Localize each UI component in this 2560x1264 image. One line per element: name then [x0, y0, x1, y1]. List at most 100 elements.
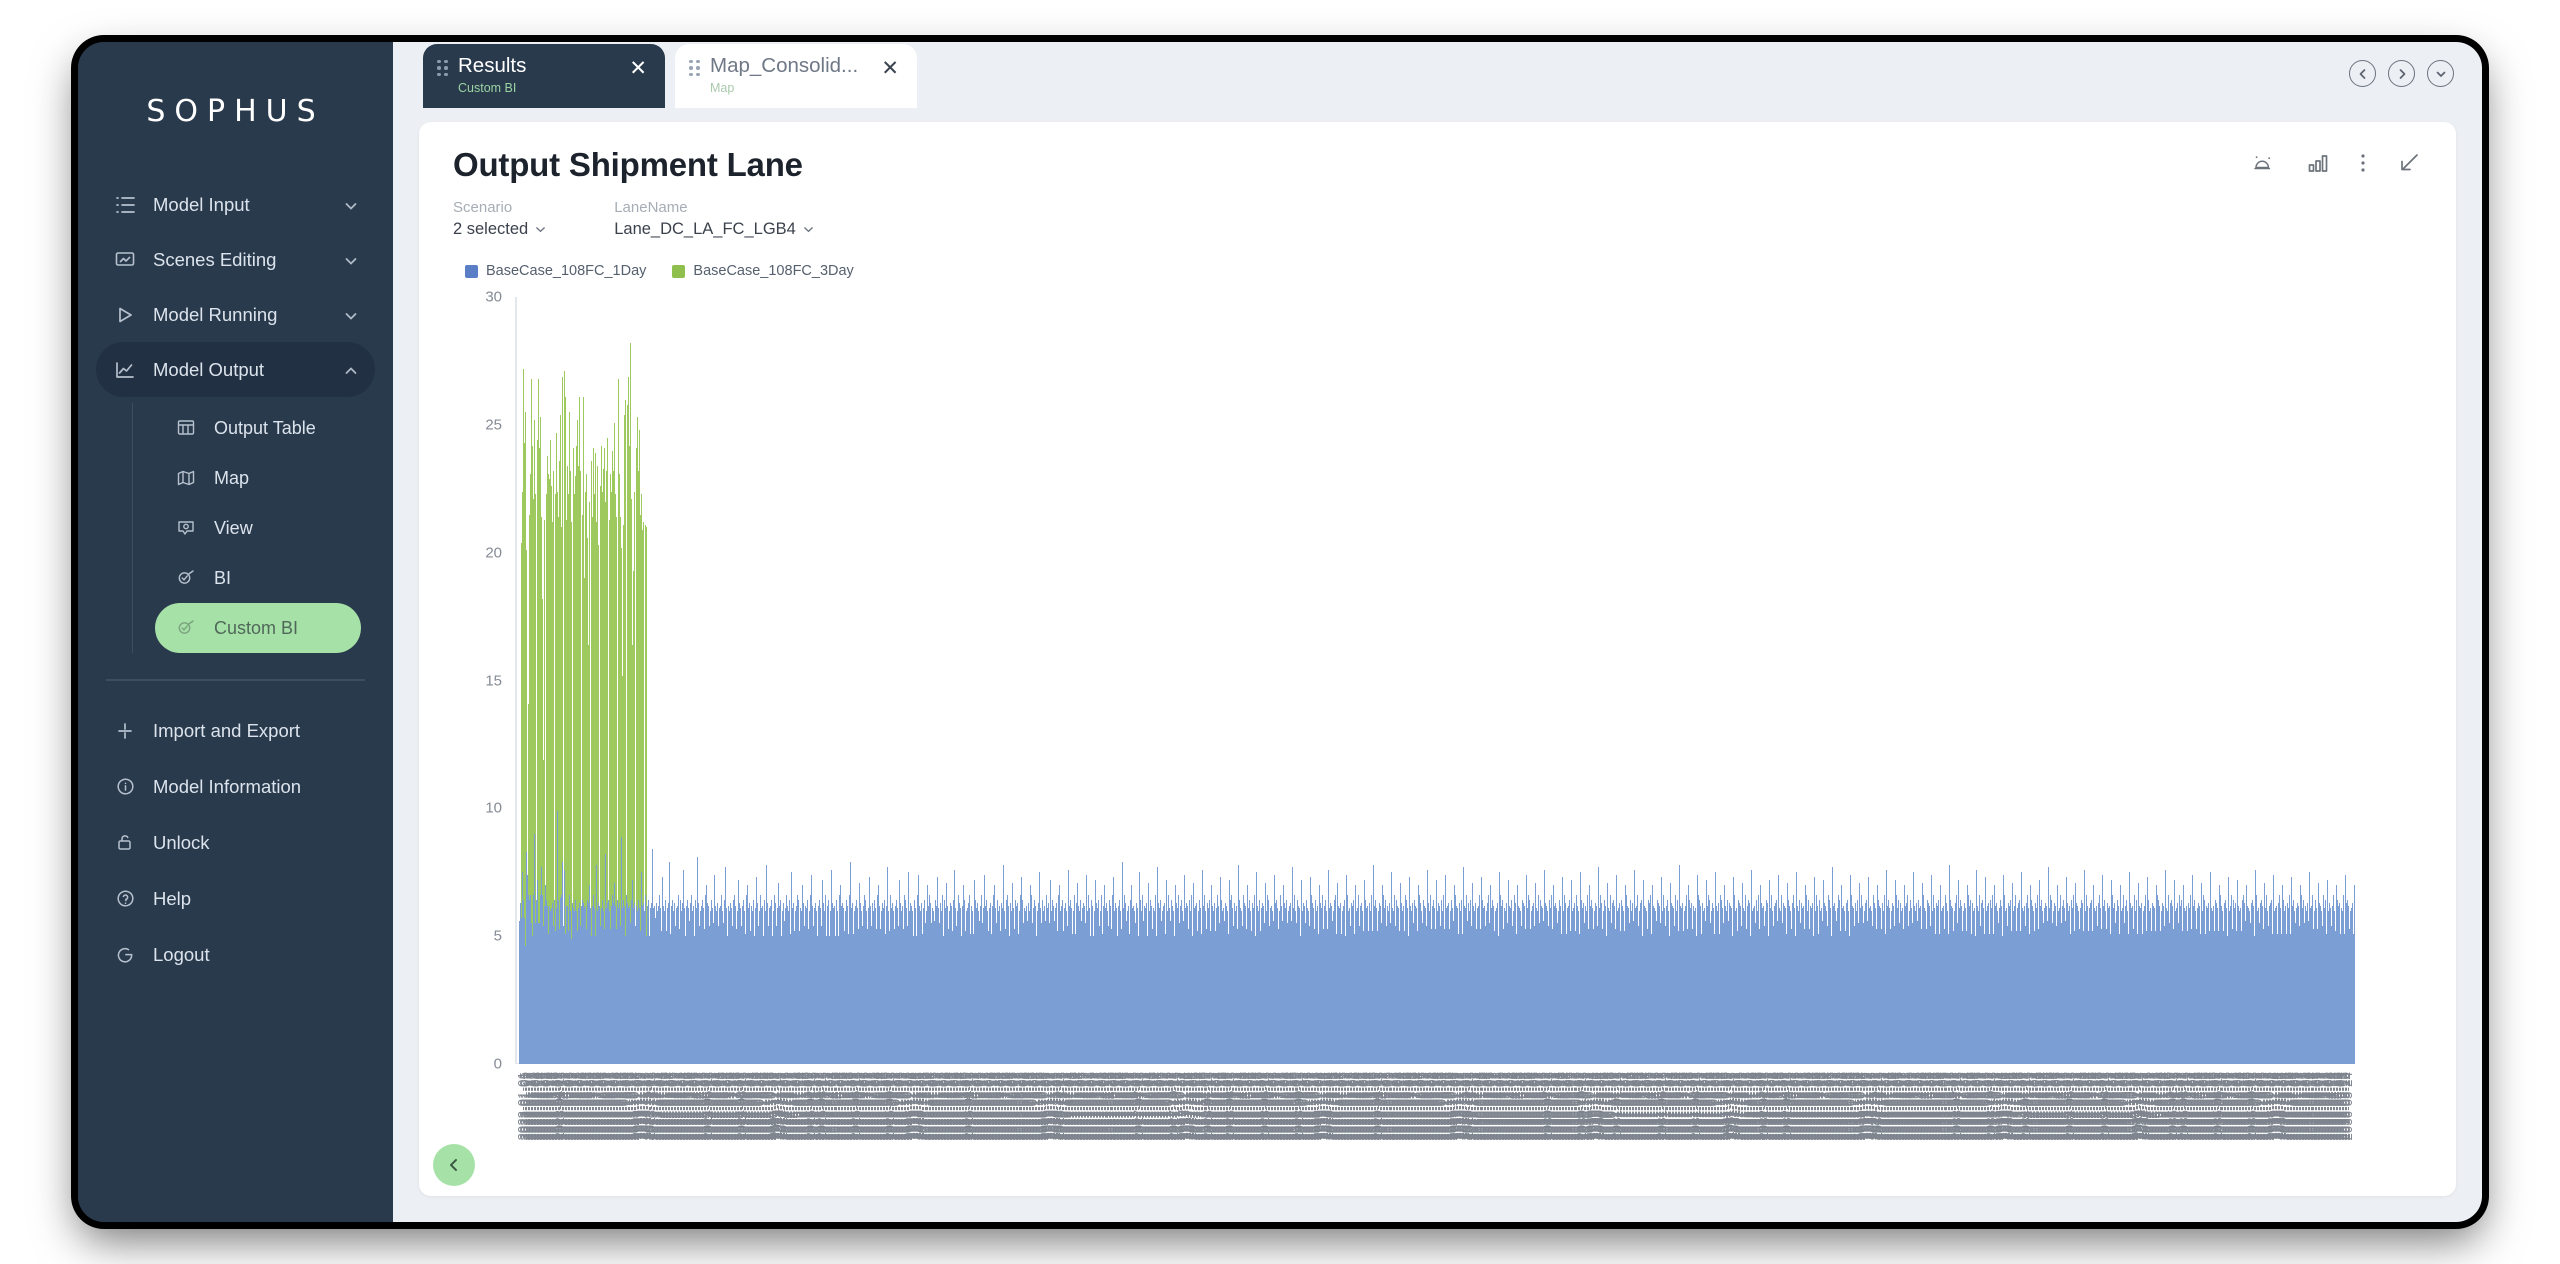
- tab-title: Map_Consolid...: [710, 54, 869, 78]
- sidebar-item-label: Model Running: [153, 304, 343, 326]
- screen-icon: [112, 249, 138, 271]
- chevron-down-icon: [535, 224, 546, 235]
- sidebar-item-help[interactable]: Help: [96, 871, 375, 927]
- chart-card: Output Shipment Lane Scenario 2 selected…: [419, 122, 2456, 1196]
- drag-handle-icon[interactable]: [437, 59, 449, 77]
- sidebar-item-label: View: [214, 518, 253, 539]
- app-window: SOPHUS Model Input: [78, 42, 2482, 1222]
- legend-label: BaseCase_108FC_3Day: [693, 263, 853, 279]
- sidebar-item-view[interactable]: View: [155, 503, 361, 553]
- ai-insight-icon[interactable]: [2250, 150, 2276, 176]
- bar-series-container: [515, 297, 2340, 1064]
- next-icon[interactable]: [2388, 60, 2415, 87]
- sidebar-item-label: Import and Export: [153, 720, 300, 742]
- legend-item-1day[interactable]: BaseCase_108FC_1Day: [465, 263, 646, 279]
- tab-map-consolidated[interactable]: Map_Consolid... Map ✕: [675, 44, 917, 108]
- play-icon: [112, 304, 138, 326]
- sidebar-divider: [106, 679, 365, 681]
- tab-results[interactable]: Results Custom BI ✕: [423, 44, 665, 108]
- sidebar-item-label: Model Input: [153, 194, 343, 216]
- tab-subtitle: Custom BI: [458, 81, 617, 95]
- help-icon: [112, 888, 138, 910]
- filter-value-text: 2 selected: [453, 218, 528, 241]
- y-tick-label: 15: [485, 672, 502, 689]
- sidebar-item-model-output[interactable]: Model Output: [96, 342, 375, 397]
- y-tick-label: 5: [494, 928, 502, 945]
- sidebar-item-map[interactable]: Map: [155, 453, 361, 503]
- sidebar-item-label: BI: [214, 568, 231, 589]
- eye-icon: [173, 517, 199, 539]
- bi-icon: [173, 617, 199, 639]
- lanename-dropdown[interactable]: Lane_DC_LA_FC_LGB4: [614, 218, 814, 241]
- chart-area: 051015202530 2023-01-012023-01-052023-01…: [459, 287, 2416, 1196]
- tab-title: Results: [458, 54, 617, 78]
- plot-region: 051015202530: [515, 297, 2340, 1064]
- sidebar-item-bi[interactable]: BI: [155, 553, 361, 603]
- secondary-nav: Import and Export Model Information Unlo…: [78, 703, 393, 983]
- table-icon: [173, 417, 199, 439]
- legend-label: BaseCase_108FC_1Day: [486, 263, 646, 279]
- filter-value-text: Lane_DC_LA_FC_LGB4: [614, 218, 796, 241]
- window-controls: [2349, 60, 2454, 87]
- filter-scenario: Scenario 2 selected: [453, 198, 546, 241]
- sidebar-item-import-export[interactable]: Import and Export: [96, 703, 375, 759]
- bar-chart-icon[interactable]: [2306, 151, 2330, 175]
- line-chart-icon: [112, 359, 138, 381]
- collapse-diagonal-icon[interactable]: [2396, 150, 2422, 176]
- legend-swatch: [672, 265, 685, 278]
- main-area: Results Custom BI ✕ Map_Consolid... Map …: [393, 42, 2482, 1222]
- sidebar-item-custom-bi[interactable]: Custom BI: [155, 603, 361, 653]
- filter-label: Scenario: [453, 198, 546, 218]
- page-title: Output Shipment Lane: [453, 146, 2422, 184]
- close-icon[interactable]: ✕: [881, 58, 899, 79]
- chevron-up-icon[interactable]: [343, 362, 359, 378]
- unlock-icon: [112, 832, 138, 854]
- chevron-down-icon[interactable]: [343, 252, 359, 268]
- model-output-submenu: Output Table Map V: [132, 403, 375, 653]
- sidebar-item-label: Model Information: [153, 776, 301, 798]
- sidebar-item-logout[interactable]: Logout: [96, 927, 375, 983]
- scenario-dropdown[interactable]: 2 selected: [453, 218, 546, 241]
- sidebar-item-model-information[interactable]: Model Information: [96, 759, 375, 815]
- prev-icon[interactable]: [2349, 60, 2376, 87]
- legend-item-3day[interactable]: BaseCase_108FC_3Day: [672, 263, 853, 279]
- sidebar-item-label: Output Table: [214, 418, 316, 439]
- y-tick-label: 20: [485, 544, 502, 561]
- primary-nav: Model Input Scenes Editing: [78, 177, 393, 653]
- list-icon: [112, 194, 138, 216]
- sidebar-item-model-input[interactable]: Model Input: [96, 177, 375, 232]
- sidebar-item-unlock[interactable]: Unlock: [96, 815, 375, 871]
- app-logo: SOPHUS: [78, 94, 393, 129]
- tab-bar: Results Custom BI ✕ Map_Consolid... Map …: [393, 42, 2482, 108]
- legend-swatch: [465, 265, 478, 278]
- close-icon[interactable]: ✕: [629, 58, 647, 79]
- chevron-down-icon[interactable]: [343, 197, 359, 213]
- filter-label: LaneName: [614, 198, 814, 218]
- filter-lanename: LaneName Lane_DC_LA_FC_LGB4: [614, 198, 814, 241]
- sidebar-item-label: Unlock: [153, 832, 210, 854]
- bi-icon: [173, 567, 199, 589]
- y-tick-label: 30: [485, 289, 502, 306]
- sidebar-item-model-running[interactable]: Model Running: [96, 287, 375, 342]
- tab-subtitle: Map: [710, 81, 869, 95]
- y-tick-label: 25: [485, 417, 502, 434]
- more-options-icon[interactable]: [2360, 151, 2366, 175]
- logout-icon: [112, 944, 138, 966]
- dropdown-icon[interactable]: [2427, 60, 2454, 87]
- chevron-down-icon[interactable]: [343, 307, 359, 323]
- chart-toolbar: [2250, 150, 2422, 176]
- sidebar-item-label: Scenes Editing: [153, 249, 343, 271]
- card-header: Output Shipment Lane Scenario 2 selected…: [419, 122, 2456, 241]
- y-tick-label: 0: [494, 1056, 502, 1073]
- sidebar-collapse-button[interactable]: [433, 1144, 475, 1186]
- y-tick-label: 10: [485, 800, 502, 817]
- sidebar-item-label: Custom BI: [214, 618, 298, 639]
- sidebar-item-output-table[interactable]: Output Table: [155, 403, 361, 453]
- sidebar-item-label: Help: [153, 888, 191, 910]
- sidebar-item-scenes-editing[interactable]: Scenes Editing: [96, 232, 375, 287]
- import-export-icon: [112, 720, 138, 742]
- map-icon: [173, 467, 199, 489]
- chevron-down-icon: [803, 224, 814, 235]
- drag-handle-icon[interactable]: [689, 59, 701, 77]
- chart-legend: BaseCase_108FC_1Day BaseCase_108FC_3Day: [465, 263, 2456, 279]
